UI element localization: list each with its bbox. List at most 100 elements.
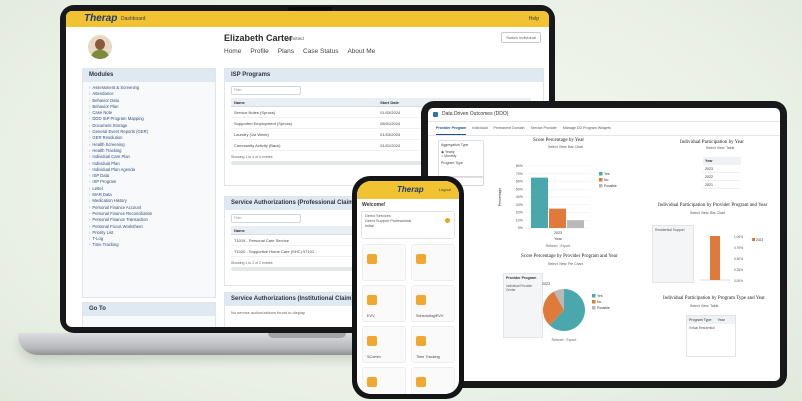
chart2-legend-label: Possible [597, 306, 610, 310]
chart2-view-select[interactable]: Select View: Pie Chart [548, 262, 583, 266]
chart3-table: Year 2023 2022 2021 [703, 157, 741, 189]
tab-service-provider[interactable]: Service Provider [531, 126, 557, 135]
chart1-tick-label: 60% [516, 180, 524, 184]
chart1-footer: Refresh · Export [546, 244, 571, 248]
phone-tile[interactable]: Time Tracking [411, 326, 455, 363]
chart3-col-year[interactable]: Year [703, 157, 741, 165]
nav-profile[interactable]: Profile [250, 48, 268, 55]
chart4-tick-label: 1.00% [734, 235, 743, 239]
chart1-legend-swatch [599, 178, 603, 182]
add-to-list-link[interactable]: Add to List [83, 316, 215, 327]
chart1-view-select[interactable]: Select View: Bar Chart [548, 145, 583, 149]
help-link[interactable]: Help [529, 16, 539, 22]
chart4-tick-label: 0.50% [734, 257, 743, 261]
chart5-view-select[interactable]: Select View: Table [690, 304, 718, 308]
chart1-svg: 0% 10% 20% 30% 40% 50% 60% 70% 80% Yes No Possible 2… [498, 164, 617, 248]
home-icon [367, 295, 377, 305]
isp-filter-input[interactable]: Filter [231, 86, 301, 95]
top-bar: Therap Dashboard Help [66, 11, 549, 27]
phone-tile[interactable]: Settings [411, 367, 455, 394]
profile-name: Elizabeth Carter [224, 33, 293, 43]
mail-icon [367, 336, 377, 346]
chart4-legend-swatch [752, 238, 755, 241]
isp-cell[interactable]: Community Activity (Back) [231, 139, 378, 151]
phone-screen: Therap Logout Welcome! Demo Services Dir… [357, 181, 459, 394]
chart4-tick-label: 0.25% [734, 268, 743, 272]
modules-title: Modules [83, 69, 215, 82]
calendar-icon [416, 254, 426, 264]
chart3-row: 2022 [703, 173, 741, 181]
chart1-tick-label: 30% [516, 203, 524, 207]
avatar [88, 35, 112, 59]
chart3-row: 2021 [703, 181, 741, 189]
dashboard-link[interactable]: Dashboard [121, 16, 145, 22]
isp-col-header[interactable]: Name [231, 98, 378, 107]
nav-about-me[interactable]: About Me [347, 48, 375, 55]
chart5-col-program-type[interactable]: Program Type [689, 318, 712, 322]
sidebar-item[interactable]: Time Tracking [89, 242, 215, 248]
chart1-tick-label: 70% [516, 172, 524, 176]
provider-status: Initial [365, 224, 374, 228]
chart1-bar-no [549, 208, 566, 228]
isp-programs-title: ISP Programs [225, 69, 543, 82]
chart1-legend-label: Yes [604, 172, 610, 176]
video-icon [367, 377, 377, 387]
phone-tile[interactable]: EVV [362, 285, 406, 322]
tab-manage-widgets[interactable]: Manage DD Program Widgets [563, 126, 611, 135]
clock-icon [416, 336, 426, 346]
chart4-bar [710, 236, 720, 280]
phone-tile-grid: EVV Scheduling/EVV SComm Time Tracking Video… [357, 239, 459, 394]
auth-prof-filter-input[interactable]: Filter [231, 214, 301, 223]
chart5-row: Virtual Residential [689, 326, 715, 330]
nav-home[interactable]: Home [224, 48, 241, 55]
chart2-svg: Yes No Possible Refresh · Export [543, 289, 610, 342]
phone-tile-label: Time Tracking [416, 355, 440, 359]
chart3-view-select[interactable]: Select View: Table [706, 146, 734, 150]
chart1-bar-yes [531, 177, 548, 228]
chart2-legend-label: No [597, 300, 601, 304]
nav-plans[interactable]: Plans [278, 48, 294, 55]
isp-cell[interactable]: Service Notes (Sprocs) [231, 106, 378, 118]
chart1-legend-label: Possible [604, 184, 617, 188]
chart2-legend-swatch [592, 294, 596, 298]
ddo-title: Data Driven Outcomes (DDO) [428, 108, 780, 122]
folder-icon [367, 254, 377, 264]
brand-logo[interactable]: Therap [84, 13, 117, 24]
phone-tile[interactable]: Video Library [362, 367, 406, 394]
chart4-view-select[interactable]: Select View: Bar Chart [690, 211, 725, 215]
tab-individual[interactable]: Individual [472, 126, 487, 135]
chart1-tick-label: 50% [516, 187, 524, 191]
switch-individual-button[interactable]: Switch Individual [501, 32, 541, 43]
calendar-icon [416, 295, 426, 305]
chart1-legend-swatch [599, 172, 603, 176]
phone-tile[interactable]: Scheduling/EVV [411, 285, 455, 322]
phone-logout-link[interactable]: Logout [439, 187, 451, 192]
chart4-legend-label: 2023 [756, 238, 763, 242]
gear-icon [416, 377, 426, 387]
ddo-tabs: Provider Program Individual Permanent Do… [428, 122, 780, 136]
chart1-tick-label: 0% [518, 226, 524, 230]
aggregation-option-monthly[interactable]: ○ Monthly [441, 154, 481, 158]
chart1-tick-label: 10% [516, 218, 524, 222]
isp-cell[interactable]: Supported Employment (Sprocs) [231, 117, 378, 129]
isp-cell[interactable]: Laundry (1st Week) [231, 128, 378, 140]
chart5-col-year[interactable]: Year [718, 318, 725, 322]
tab-provider-program[interactable]: Provider Program [436, 126, 467, 135]
chart4-tick-label: 0.00% [734, 279, 743, 283]
phone-provider-card[interactable]: Demo Services Direct Support Professiona… [361, 211, 455, 239]
chart2-provider-table: Provider Program Individual Provider Cen… [503, 273, 543, 338]
chart1-legend-swatch [599, 184, 603, 188]
goto-panel: Go To Add to List [82, 302, 216, 327]
chart1-tick-label: 20% [516, 211, 524, 215]
chart4-svg: 1.00% 0.75% 0.50% 0.25% 0.00% 2023 [700, 235, 763, 283]
phone-tile[interactable] [411, 244, 455, 281]
chart3-title: Individual Participation by Year [680, 140, 744, 145]
chart1-legend-label: No [604, 178, 608, 182]
chart1-bar-possible [567, 220, 584, 228]
nav-case-status[interactable]: Case Status [303, 48, 338, 55]
tab-permanent-domain[interactable]: Permanent Domain [494, 126, 525, 135]
phone-tile[interactable]: SComm [362, 326, 406, 363]
chart2-legend-swatch [592, 300, 596, 304]
chart1-ylabel: Percentage [498, 188, 502, 206]
phone-tile[interactable] [362, 244, 406, 281]
